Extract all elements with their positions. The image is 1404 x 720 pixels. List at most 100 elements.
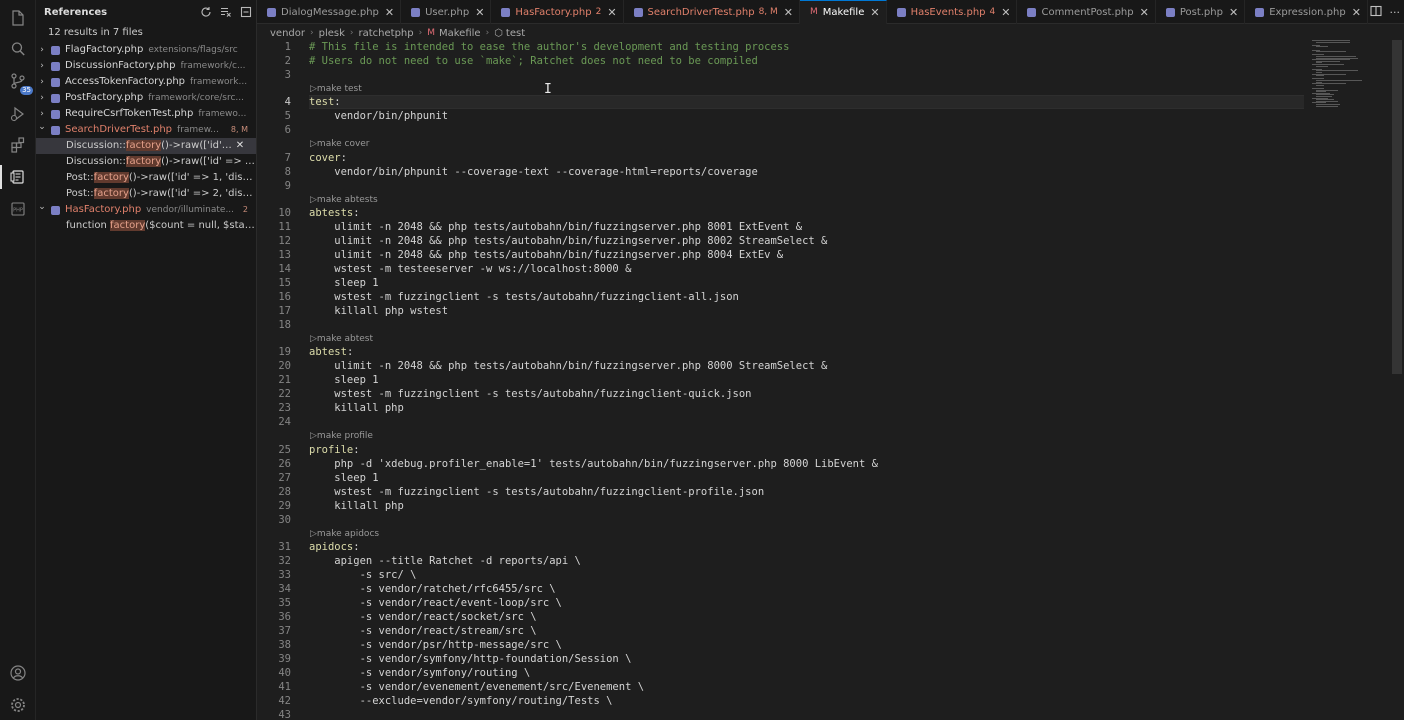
codelens-run-target[interactable]: ▷make apidocs	[310, 528, 379, 540]
code-line[interactable]: sleep 1	[309, 373, 378, 387]
editor-tab[interactable]: HasFactory.php 2 ✕	[491, 0, 624, 24]
reference-file-row[interactable]: ⌄ SearchDriverTest.php framew... 8, M	[36, 122, 256, 138]
close-icon[interactable]: ✕	[1001, 6, 1010, 19]
code-line[interactable]: sleep 1	[309, 276, 378, 290]
php-icon[interactable]: PHP	[6, 197, 30, 221]
code-line[interactable]: -s vendor/symfony/routing \	[309, 666, 531, 680]
editor-tab[interactable]: SearchDriverTest.php 8, M ✕	[624, 0, 801, 24]
reference-match-row[interactable]: function factory($count = null, $state .…	[36, 218, 256, 234]
code-line[interactable]: wstest -m fuzzingclient -s tests/autobah…	[309, 485, 764, 499]
reference-file-row[interactable]: › PostFactory.php framework/core/src...	[36, 90, 256, 106]
code-line[interactable]: wstest -m testeeserver -w ws://localhost…	[309, 262, 631, 276]
vertical-scrollbar[interactable]	[1392, 40, 1402, 374]
code-line[interactable]: abtest:	[309, 345, 353, 359]
chevron-down-icon[interactable]: ⌄	[36, 202, 48, 215]
code-line[interactable]: ulimit -n 2048 && php tests/autobahn/bin…	[309, 220, 802, 234]
run-icon[interactable]: ▷	[310, 431, 317, 441]
reference-match-row[interactable]: Discussion::factory()->raw(['id' => 2, '…	[36, 154, 256, 170]
clear-list-icon[interactable]	[216, 2, 236, 22]
code-line[interactable]: killall php	[309, 499, 404, 513]
references-icon[interactable]	[0, 165, 30, 189]
close-icon[interactable]: ✕	[1352, 6, 1361, 19]
run-debug-icon[interactable]	[6, 102, 30, 126]
breadcrumb-item[interactable]: plesk	[319, 28, 345, 39]
reference-match-row[interactable]: Post::factory()->raw(['id' => 1, 'discus…	[36, 170, 256, 186]
close-icon[interactable]: ✕	[475, 6, 484, 19]
settings-gear-icon[interactable]	[6, 693, 30, 717]
reference-file-row[interactable]: › RequireCsrfTokenTest.php framewo...	[36, 106, 256, 122]
editor-tab[interactable]: Post.php ✕	[1156, 0, 1246, 24]
breadcrumb-item[interactable]: ratchetphp	[359, 28, 414, 39]
codelens-run-target[interactable]: ▷make test	[310, 83, 362, 95]
code-line[interactable]: -s vendor/psr/http-message/src \	[309, 638, 562, 652]
breadcrumb-item[interactable]: test	[506, 28, 525, 39]
editor-tab[interactable]: CommentPost.php ✕	[1017, 0, 1156, 24]
code-line[interactable]: -s src/ \	[309, 568, 417, 582]
close-icon[interactable]: ✕	[1229, 6, 1238, 19]
code-line[interactable]: vendor/bin/phpunit --coverage-text --cov…	[309, 165, 758, 179]
minimap[interactable]	[1310, 40, 1390, 120]
editor-tab[interactable]: User.php ✕	[401, 0, 492, 24]
code-line[interactable]: -s vendor/symfony/http-foundation/Sessio…	[309, 652, 632, 666]
code-line[interactable]: -s vendor/react/event-loop/src \	[309, 596, 562, 610]
chevron-right-icon[interactable]: ›	[36, 90, 48, 106]
close-icon[interactable]: ✕	[607, 6, 616, 19]
search-icon[interactable]	[6, 37, 30, 61]
reference-match-row[interactable]: Discussion::factory()->raw(['id' => ...✕	[36, 138, 256, 154]
code-line[interactable]: abtests:	[309, 206, 360, 220]
reference-file-row[interactable]: › DiscussionFactory.php framework/c...	[36, 58, 256, 74]
explorer-icon[interactable]	[6, 6, 30, 30]
chevron-right-icon[interactable]: ›	[36, 106, 48, 122]
code-line[interactable]: -s vendor/ratchet/rfc6455/src \	[309, 582, 556, 596]
reference-file-row[interactable]: ⌄ HasFactory.php vendor/illuminate... 2	[36, 202, 256, 218]
code-line[interactable]: # Users do not need to use `make`; Ratch…	[309, 54, 758, 68]
code-line[interactable]: apidocs:	[309, 540, 360, 554]
breadcrumb-item[interactable]: Makefile	[439, 28, 481, 39]
editor-tab[interactable]: HasEvents.php 4 ✕	[887, 0, 1018, 24]
chevron-down-icon[interactable]: ⌄	[36, 122, 48, 135]
code-line[interactable]: wstest -m fuzzingclient -s tests/autobah…	[309, 290, 739, 304]
code-line[interactable]: php -d 'xdebug.profiler_enable=1' tests/…	[309, 457, 878, 471]
run-icon[interactable]: ▷	[310, 84, 317, 94]
code-line[interactable]: killall php wstest	[309, 304, 448, 318]
code-line[interactable]: # This file is intended to ease the auth…	[309, 40, 789, 54]
code-line[interactable]: test:	[309, 95, 341, 109]
close-icon[interactable]: ✕	[1140, 6, 1149, 19]
breadcrumb-item[interactable]: vendor	[270, 28, 305, 39]
run-icon[interactable]: ▷	[310, 529, 317, 539]
reference-file-row[interactable]: › FlagFactory.php extensions/flags/src	[36, 42, 256, 58]
chevron-right-icon[interactable]: ›	[36, 74, 48, 90]
more-actions-icon[interactable]: ···	[1390, 6, 1401, 19]
code-line[interactable]: ulimit -n 2048 && php tests/autobahn/bin…	[309, 359, 827, 373]
chevron-right-icon[interactable]: ›	[36, 58, 48, 74]
editor-tab[interactable]: DialogMessage.php ✕	[257, 0, 402, 24]
codelens-run-target[interactable]: ▷make abtests	[310, 194, 378, 206]
editor-tab[interactable]: Expression.php ✕	[1245, 0, 1368, 24]
code-line[interactable]: sleep 1	[309, 471, 378, 485]
run-icon[interactable]: ▷	[310, 195, 317, 205]
reference-match-row[interactable]: Post::factory()->raw(['id' => 2, 'discus…	[36, 186, 256, 202]
chevron-right-icon[interactable]: ›	[36, 42, 48, 58]
codelens-run-target[interactable]: ▷make abtest	[310, 333, 373, 345]
code-line[interactable]: ulimit -n 2048 && php tests/autobahn/bin…	[309, 234, 827, 248]
account-icon[interactable]	[6, 661, 30, 685]
code-line[interactable]: -s vendor/react/socket/src \	[309, 610, 537, 624]
split-editor-icon[interactable]	[1369, 5, 1382, 20]
code-line[interactable]: -s vendor/react/stream/src \	[309, 624, 537, 638]
dismiss-icon[interactable]: ✕	[232, 138, 248, 154]
code-line[interactable]: killall php	[309, 401, 404, 415]
close-icon[interactable]: ✕	[870, 6, 879, 19]
extensions-icon[interactable]	[6, 133, 30, 157]
code-line[interactable]: profile:	[309, 443, 360, 457]
code-line[interactable]: -s vendor/evenement/evenement/src/Evenem…	[309, 680, 644, 694]
refresh-icon[interactable]	[196, 2, 216, 22]
code-line[interactable]: ulimit -n 2048 && php tests/autobahn/bin…	[309, 248, 783, 262]
code-editor[interactable]: 1 # This file is intended to ease the aut…	[257, 40, 1304, 720]
code-line[interactable]: apigen --title Ratchet -d reports/api \	[309, 554, 581, 568]
codelens-run-target[interactable]: ▷make profile	[310, 430, 373, 442]
run-icon[interactable]: ▷	[310, 139, 317, 149]
source-control-icon[interactable]: 35	[6, 69, 33, 95]
reference-file-row[interactable]: › AccessTokenFactory.php framework...	[36, 74, 256, 90]
code-line[interactable]: vendor/bin/phpunit	[309, 109, 448, 123]
close-icon[interactable]: ✕	[784, 6, 793, 19]
